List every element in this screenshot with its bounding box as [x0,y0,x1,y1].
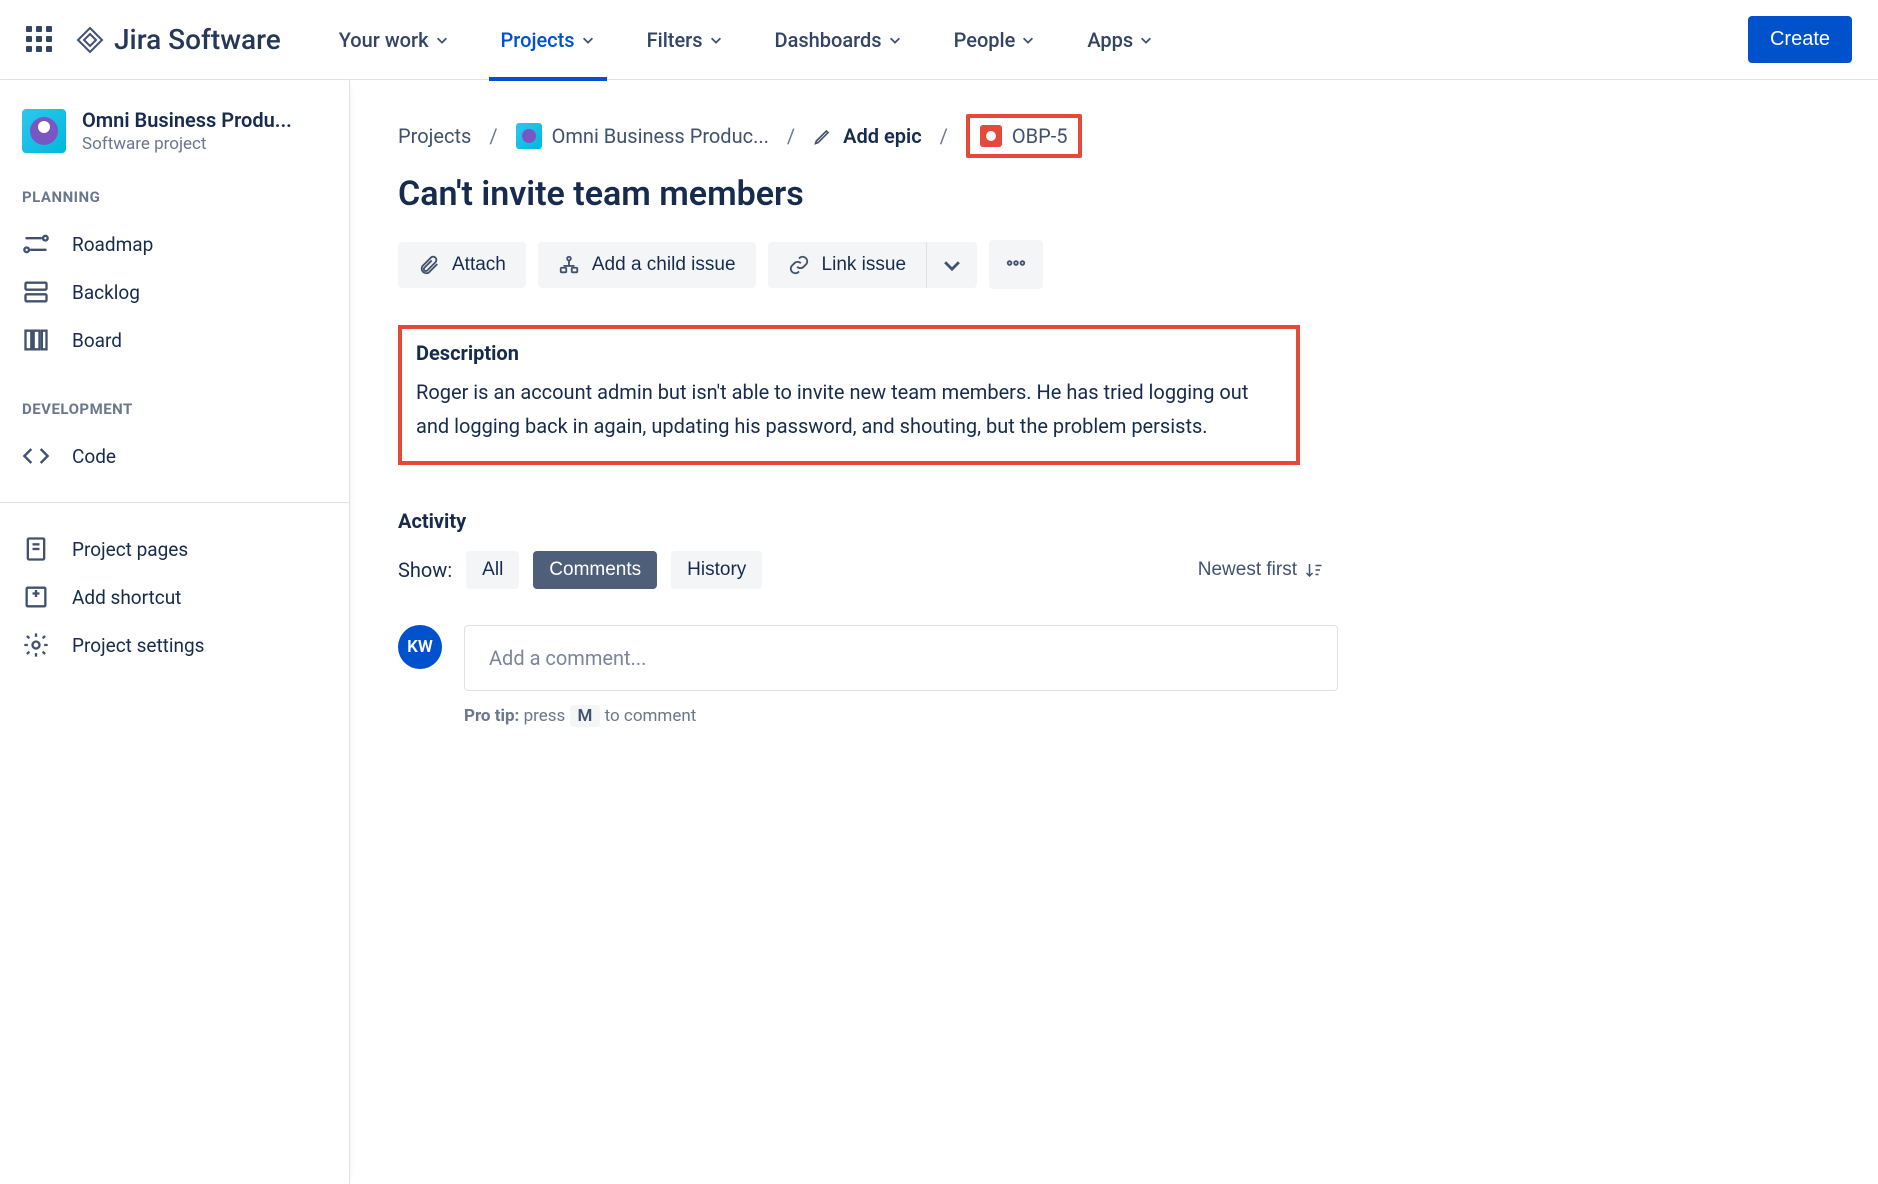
sort-button[interactable]: Newest first [1198,559,1323,581]
nav-people[interactable]: People [942,0,1048,80]
add-comment-input[interactable]: Add a comment... [464,625,1338,691]
activity-filter-row: Show: All Comments History Newest first [398,551,1323,589]
sort-desc-icon [1305,561,1323,579]
issue-action-bar: Attach Add a child issue Link issue [398,240,1830,289]
attachment-icon [418,254,440,276]
gear-icon [22,631,50,659]
protip-text: Pro tip: press M to comment [464,705,1338,727]
show-label: Show: [398,558,452,582]
chevron-down-icon [888,33,902,47]
child-issue-icon [558,254,580,276]
sidebar-item-code[interactable]: Code [0,432,349,480]
issue-title[interactable]: Can't invite team members [398,174,1830,214]
breadcrumb-projects[interactable]: Projects [398,124,471,148]
link-issue-button[interactable]: Link issue [768,242,927,288]
nav-dashboards[interactable]: Dashboards [763,0,914,80]
sidebar-section-development: DEVELOPMENT [0,400,349,418]
chevron-down-icon [941,254,963,276]
activity-heading: Activity [398,509,1830,533]
description-text: Roger is an account admin but isn't able… [416,375,1282,443]
tab-history[interactable]: History [671,551,762,589]
link-issue-dropdown[interactable] [926,242,977,288]
sidebar-item-roadmap[interactable]: Roadmap [0,220,349,268]
sidebar-section-planning: PLANNING [0,188,349,206]
roadmap-icon [22,230,50,258]
sidebar-item-project-pages[interactable]: Project pages [0,525,349,573]
chevron-down-icon [581,33,595,47]
chevron-down-icon [435,33,449,47]
breadcrumb-add-epic[interactable]: Add epic [813,124,921,148]
more-icon [1005,252,1027,274]
add-shortcut-icon [22,583,50,611]
code-icon [22,442,50,470]
project-avatar-icon [516,123,542,149]
user-avatar[interactable]: KW [398,625,442,669]
sidebar-item-add-shortcut[interactable]: Add shortcut [0,573,349,621]
breadcrumb-project[interactable]: Omni Business Produc... [516,123,769,149]
key-hint: M [570,705,601,727]
attach-button[interactable]: Attach [398,242,526,288]
nav-filters[interactable]: Filters [635,0,735,80]
jira-logo-text: Jira Software [114,23,281,56]
jira-logo-icon [74,24,106,56]
tab-comments[interactable]: Comments [533,551,657,589]
sidebar-item-backlog[interactable]: Backlog [0,268,349,316]
project-avatar-icon [22,109,66,153]
chevron-down-icon [1021,33,1035,47]
create-button[interactable]: Create [1748,16,1852,63]
comment-row: KW Add a comment... Pro tip: press M to … [398,625,1338,727]
jira-logo[interactable]: Jira Software [74,23,281,56]
tab-all[interactable]: All [466,551,519,589]
nav-projects[interactable]: Projects [489,0,607,80]
description-heading: Description [416,341,1282,365]
more-actions-button[interactable] [989,240,1043,289]
board-icon [22,326,50,354]
app-switcher-icon[interactable] [26,26,54,54]
nav-your-work[interactable]: Your work [327,0,461,80]
project-header[interactable]: Omni Business Produ... Software project [0,108,349,154]
sidebar-item-project-settings[interactable]: Project settings [0,621,349,669]
project-name: Omni Business Produ... [82,108,292,132]
breadcrumb-issue-key[interactable]: OBP-5 [966,114,1082,158]
top-nav: Jira Software Your work Projects Filters… [0,0,1878,80]
chevron-down-icon [1139,33,1153,47]
pencil-icon [813,126,833,146]
page-icon [22,535,50,563]
bug-icon [980,125,1002,147]
description-block[interactable]: Description Roger is an account admin bu… [398,325,1300,465]
nav-apps[interactable]: Apps [1075,0,1165,80]
breadcrumb: Projects / Omni Business Produc... / Add… [398,114,1830,158]
add-child-issue-button[interactable]: Add a child issue [538,242,756,288]
backlog-icon [22,278,50,306]
sidebar: Omni Business Produ... Software project … [0,80,350,1184]
project-subtitle: Software project [82,134,292,154]
sidebar-item-board[interactable]: Board [0,316,349,364]
issue-content: Projects / Omni Business Produc... / Add… [350,80,1878,1184]
chevron-down-icon [709,33,723,47]
link-icon [788,254,810,276]
